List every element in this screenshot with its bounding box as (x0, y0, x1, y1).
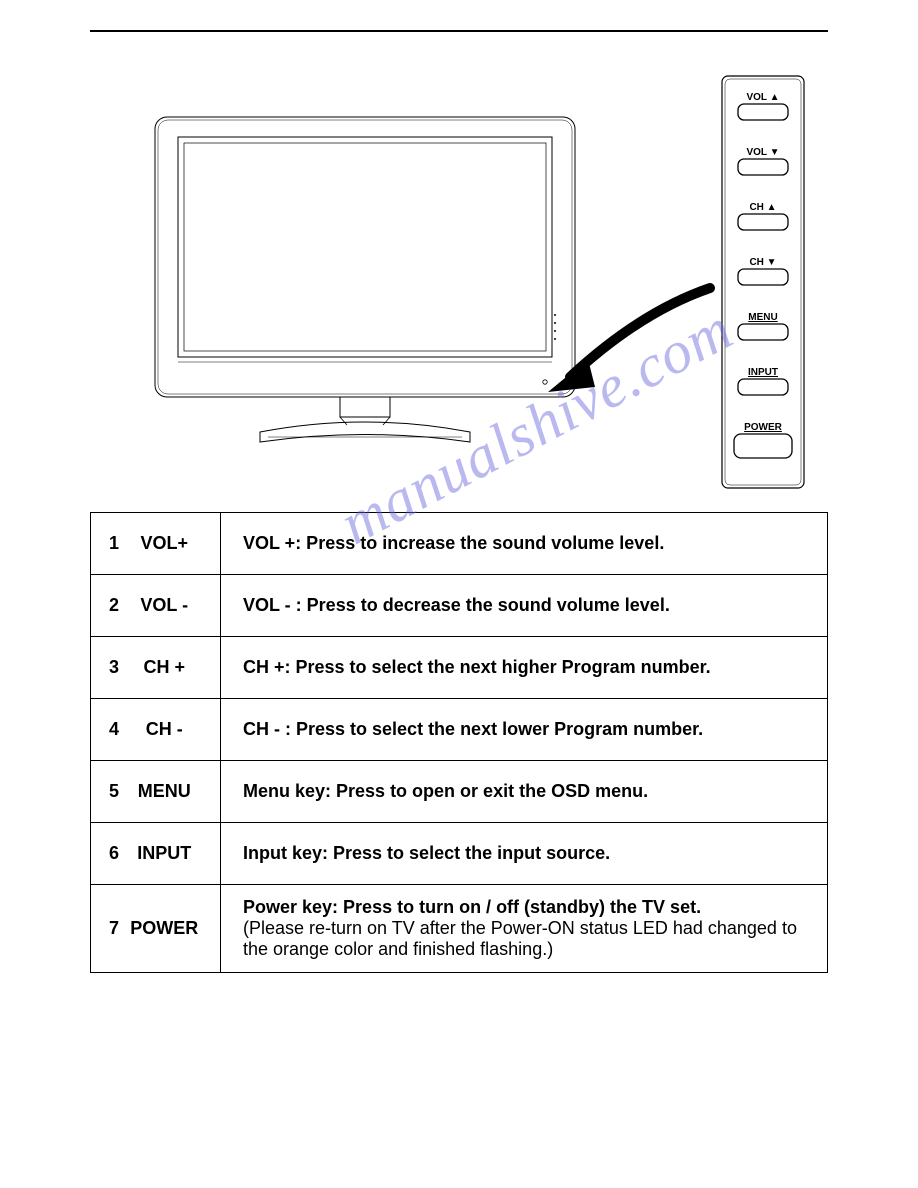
svg-text:VOL ▲: VOL ▲ (746, 92, 779, 103)
row-description: VOL - : Press to decrease the sound volu… (221, 575, 828, 637)
table-row: 7 POWER Power key: Press to turn on / of… (91, 885, 828, 973)
table-row: 1 VOL+ VOL +: Press to increase the soun… (91, 513, 828, 575)
row-label: POWER (121, 885, 221, 973)
svg-text:CH ▼: CH ▼ (749, 257, 776, 268)
table-row: 6 INPUT Input key: Press to select the i… (91, 823, 828, 885)
control-panel-illustration: VOL ▲ VOL ▼ CH ▲ CH ▼ MENU INPUT (718, 72, 808, 492)
figure-area: VOL ▲ VOL ▼ CH ▲ CH ▼ MENU INPUT (150, 72, 828, 502)
row-number: 1 (91, 513, 121, 575)
row-label: VOL+ (121, 513, 221, 575)
row-description: Menu key: Press to open or exit the OSD … (221, 761, 828, 823)
row-number: 4 (91, 699, 121, 761)
row-number: 2 (91, 575, 121, 637)
row-label: CH + (121, 637, 221, 699)
table-row: 3 CH + CH +: Press to select the next hi… (91, 637, 828, 699)
row-label: VOL - (121, 575, 221, 637)
header-rule (90, 30, 828, 32)
row-number: 6 (91, 823, 121, 885)
row-number: 3 (91, 637, 121, 699)
row-label: CH - (121, 699, 221, 761)
row-description: VOL +: Press to increase the sound volum… (221, 513, 828, 575)
controls-table: 1 VOL+ VOL +: Press to increase the soun… (90, 512, 828, 973)
arrow-icon (540, 282, 720, 412)
svg-text:POWER: POWER (744, 422, 783, 433)
row-label: INPUT (121, 823, 221, 885)
tv-illustration (150, 112, 580, 482)
svg-text:MENU: MENU (748, 312, 777, 323)
row-description: Input key: Press to select the input sou… (221, 823, 828, 885)
table-row: 4 CH - CH - : Press to select the next l… (91, 699, 828, 761)
svg-text:CH ▲: CH ▲ (749, 202, 776, 213)
svg-text:INPUT: INPUT (748, 367, 778, 378)
row-description: CH - : Press to select the next lower Pr… (221, 699, 828, 761)
row-number: 7 (91, 885, 121, 973)
row-number: 5 (91, 761, 121, 823)
row-label: MENU (121, 761, 221, 823)
svg-text:VOL ▼: VOL ▼ (746, 147, 779, 158)
table-row: 2 VOL - VOL - : Press to decrease the so… (91, 575, 828, 637)
table-row: 5 MENU Menu key: Press to open or exit t… (91, 761, 828, 823)
row-description: Power key: Press to turn on / off (stand… (221, 885, 828, 973)
row-description: CH +: Press to select the next higher Pr… (221, 637, 828, 699)
